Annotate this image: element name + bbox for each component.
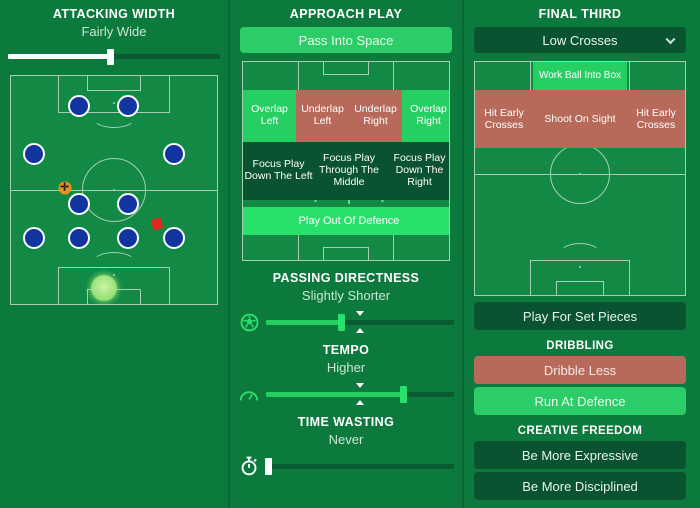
dribble-less-button[interactable]: Dribble Less	[474, 356, 686, 384]
final-third-dropdown-label: Low Crosses	[542, 32, 618, 48]
cell-focus-middle[interactable]: Focus Play Through The Middle	[314, 142, 384, 200]
slider-fill	[266, 391, 404, 397]
final-third-panel: FINAL THIRD Low Crosses Work Ball Into B…	[464, 0, 696, 508]
tactics-screen: ATTACKING WIDTH Fairly Wide ✛ APPROACH P…	[0, 0, 700, 508]
slider-track	[266, 463, 454, 469]
passing-directness-slider[interactable]	[230, 311, 462, 333]
time-wasting-title: TIME WASTING	[297, 415, 395, 429]
penalty-spot-top	[113, 102, 115, 104]
slider-handle[interactable]	[264, 458, 272, 475]
player-marker[interactable]	[162, 142, 185, 165]
gauge-icon	[238, 383, 260, 405]
red-flag-icon	[150, 217, 164, 231]
slider-midpoint-top-marker	[356, 383, 364, 388]
player-marker[interactable]	[117, 94, 140, 117]
cell-hit-early-crosses-left[interactable]: Hit Early Crosses	[475, 90, 533, 148]
player-marker[interactable]	[22, 226, 45, 249]
add-player-icon[interactable]: ✛	[58, 181, 72, 195]
cell-focus-right[interactable]: Focus Play Down The Right	[384, 142, 449, 200]
attacking-width-panel: ATTACKING WIDTH Fairly Wide ✛	[0, 0, 228, 508]
slider-handle[interactable]	[106, 49, 114, 65]
approach-play-panel: APPROACH PLAY Pass Into Space Overlap Le…	[228, 0, 464, 508]
creative-freedom-title: CREATIVE FREEDOM	[517, 425, 643, 437]
tempo-slider[interactable]	[230, 383, 462, 405]
stopwatch-icon	[238, 455, 260, 477]
penalty-spot-bottom	[113, 274, 115, 276]
passing-directness-title: PASSING DIRECTNESS	[272, 271, 420, 285]
tempo-title: TEMPO	[322, 343, 370, 357]
slider-midpoint-bottom-marker	[356, 328, 364, 333]
cell-overlap-left[interactable]: Overlap Left	[243, 90, 296, 142]
cell-underlap-right[interactable]: Underlap Right	[349, 90, 402, 142]
player-marker[interactable]	[22, 142, 45, 165]
player-marker[interactable]	[117, 192, 140, 215]
chevron-down-icon	[665, 34, 676, 45]
slider-midpoint-top-marker	[356, 311, 364, 316]
cell-hit-early-crosses-right[interactable]: Hit Early Crosses	[627, 90, 685, 148]
player-marker[interactable]	[117, 226, 140, 249]
goal-area-top	[87, 76, 141, 91]
slider-midpoint-bottom-marker	[356, 400, 364, 405]
attacking-width-title: ATTACKING WIDTH	[52, 7, 176, 21]
slider-fill	[266, 319, 342, 325]
slider-fill	[8, 54, 110, 59]
player-marker[interactable]	[67, 94, 90, 117]
cell-work-ball-into-box[interactable]: Work Ball Into Box	[533, 62, 627, 90]
time-wasting-value: Never	[328, 432, 364, 447]
cell-play-out-of-defence[interactable]: Play Out Of Defence	[243, 207, 449, 235]
cell-overlap-right[interactable]: Overlap Right	[402, 90, 449, 142]
formation-pitch[interactable]: ✛	[10, 75, 218, 305]
approach-play-pitch[interactable]: Overlap Left Underlap Left Underlap Righ…	[242, 61, 450, 261]
player-marker[interactable]	[67, 226, 90, 249]
time-wasting-slider[interactable]	[230, 455, 462, 477]
dribbling-title: DRIBBLING	[546, 340, 614, 352]
attacking-width-slider[interactable]	[8, 47, 220, 67]
football-icon	[238, 311, 260, 333]
center-spot	[113, 189, 115, 191]
tempo-value: Higher	[326, 360, 366, 375]
player-marker[interactable]	[67, 192, 90, 215]
be-more-expressive-button[interactable]: Be More Expressive	[474, 441, 686, 469]
final-third-dropdown[interactable]: Low Crosses	[474, 27, 686, 53]
penalty-arc-bottom	[92, 252, 136, 274]
player-marker[interactable]	[162, 226, 185, 249]
cell-shoot-on-sight[interactable]: Shoot On Sight	[533, 90, 627, 148]
play-for-set-pieces-button[interactable]: Play For Set Pieces	[474, 302, 686, 330]
passing-directness-value: Slightly Shorter	[301, 288, 391, 303]
be-more-disciplined-button[interactable]: Be More Disciplined	[474, 472, 686, 500]
slider-handle[interactable]	[338, 314, 346, 331]
final-third-pitch[interactable]: Work Ball Into Box Hit Early Crosses Sho…	[474, 61, 686, 296]
approach-play-button[interactable]: Pass Into Space	[240, 27, 452, 53]
cell-focus-left[interactable]: Focus Play Down The Left	[243, 142, 314, 200]
final-third-title: FINAL THIRD	[538, 7, 622, 21]
approach-play-title: APPROACH PLAY	[289, 7, 403, 21]
slider-handle[interactable]	[400, 386, 408, 403]
run-at-defence-button[interactable]: Run At Defence	[474, 387, 686, 415]
cell-underlap-left[interactable]: Underlap Left	[296, 90, 349, 142]
goalkeeper-marker[interactable]	[90, 275, 117, 302]
attacking-width-value: Fairly Wide	[81, 24, 147, 39]
